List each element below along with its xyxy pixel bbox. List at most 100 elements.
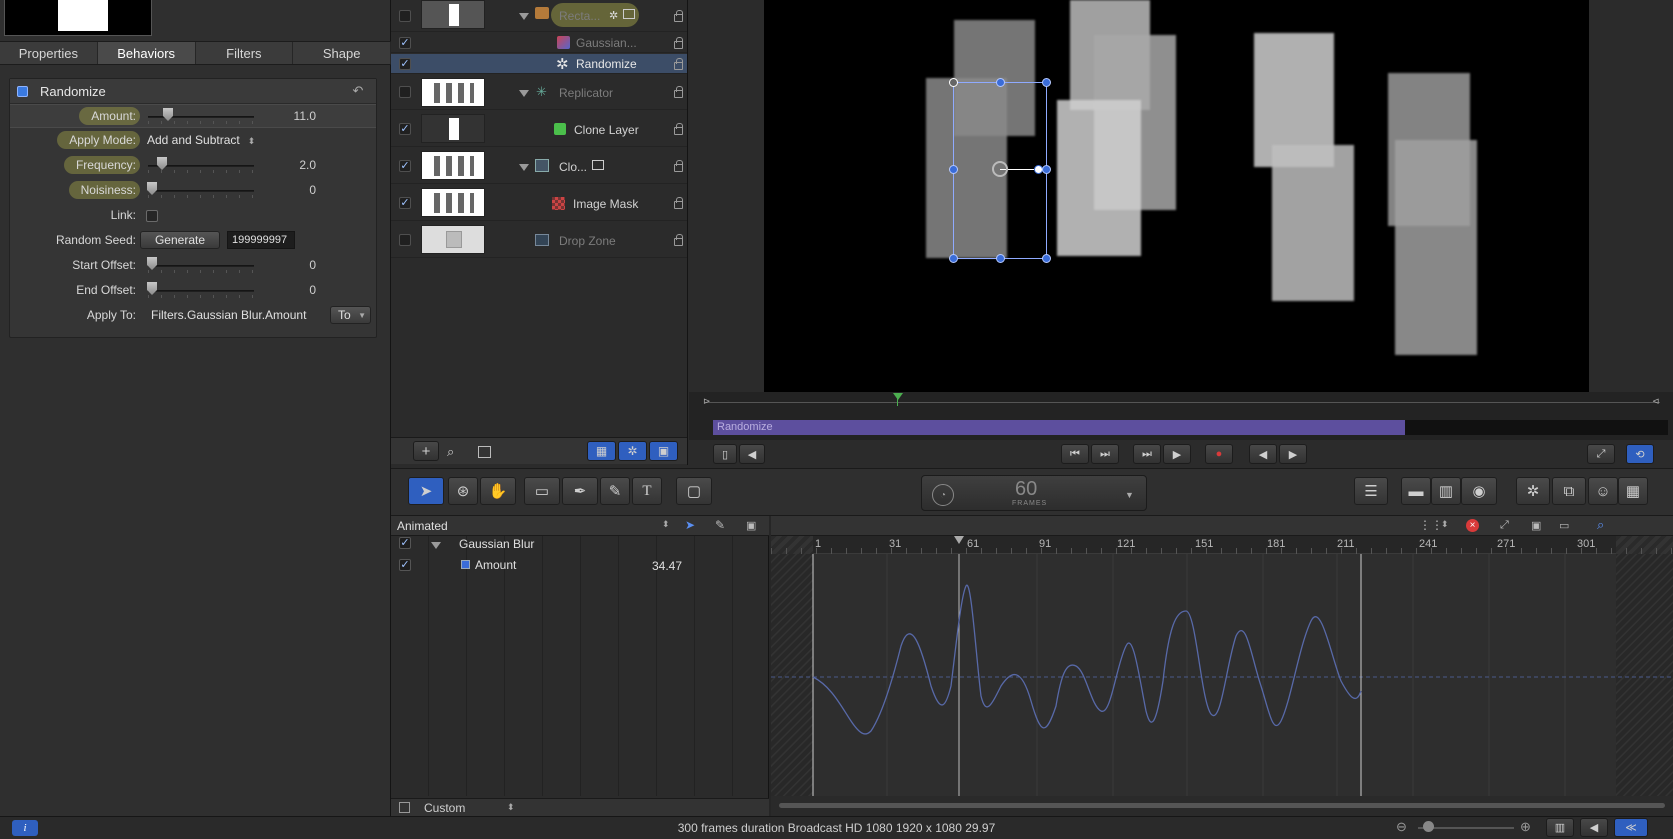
previous-frame-button[interactable]: ⏭ bbox=[1133, 444, 1161, 464]
lock-icon[interactable] bbox=[674, 123, 683, 135]
layer-row-clone[interactable]: ✓ Clo... bbox=[391, 148, 687, 184]
paint-tool[interactable]: ✎ bbox=[600, 477, 630, 505]
layer-visibility-checkbox[interactable] bbox=[399, 10, 411, 22]
rectangle-tool[interactable]: ▭ bbox=[524, 477, 560, 505]
mask-tool[interactable]: ▢ bbox=[676, 477, 712, 505]
layer-visibility-checkbox[interactable]: ✓ bbox=[399, 160, 411, 172]
resize-handle-bottom-left[interactable] bbox=[949, 254, 958, 263]
frequency-value[interactable]: 2.0 bbox=[299, 158, 316, 172]
layer-visibility-checkbox[interactable]: ✓ bbox=[399, 197, 411, 209]
lock-icon[interactable] bbox=[674, 37, 683, 49]
dropdown-arrow-icon[interactable]: ▼ bbox=[1125, 490, 1134, 500]
layer-row-randomize[interactable]: ✓ ✲ Randomize bbox=[391, 54, 687, 74]
tab-behaviors[interactable]: Behaviors bbox=[97, 42, 196, 64]
search-icon[interactable]: ⌕ bbox=[447, 444, 454, 460]
audio-timeline-button[interactable]: ◀ bbox=[1580, 818, 1608, 837]
fit-icon[interactable]: ⤢ bbox=[1500, 519, 1509, 532]
playhead-marker[interactable] bbox=[893, 393, 903, 400]
out-point-icon[interactable]: ⊲ bbox=[1652, 396, 1660, 407]
rect-shape[interactable] bbox=[1057, 100, 1141, 256]
zoom-in-icon[interactable]: ⊕ bbox=[1520, 819, 1531, 835]
disclosure-triangle-icon[interactable] bbox=[519, 164, 529, 171]
layer-visibility-checkbox[interactable]: ✓ bbox=[399, 37, 411, 49]
keyframe-editor-button[interactable]: ≪ bbox=[1614, 818, 1648, 837]
layer-visibility-checkbox[interactable] bbox=[399, 86, 411, 98]
popup-arrows-icon[interactable]: ⬍ bbox=[507, 802, 515, 813]
zoom-fit-icon[interactable]: ▭ bbox=[1559, 519, 1569, 532]
end-offset-slider-thumb[interactable] bbox=[147, 282, 157, 295]
anchor-handle[interactable] bbox=[949, 78, 958, 87]
play-button[interactable]: ▶ bbox=[1163, 444, 1191, 464]
clear-curves-icon[interactable]: × bbox=[1466, 519, 1479, 532]
center-crosshair-icon[interactable] bbox=[992, 161, 1008, 177]
resize-handle-left[interactable] bbox=[949, 165, 958, 174]
amount-slider-thumb[interactable] bbox=[163, 108, 173, 121]
text-tool[interactable]: T bbox=[632, 477, 662, 505]
timing-panel-button[interactable]: ☰ bbox=[1354, 477, 1388, 505]
timing-display[interactable]: ◔ 60 FRAMES ▼ bbox=[921, 475, 1147, 511]
show-layers-button[interactable]: ▦ bbox=[587, 441, 616, 461]
popup-arrows-icon[interactable]: ⬍ bbox=[662, 519, 670, 530]
behavior-bar-randomize[interactable]: Randomize bbox=[713, 420, 1405, 435]
rect-shape[interactable] bbox=[1395, 140, 1477, 355]
zoom-icon[interactable]: ⌕ bbox=[1597, 517, 1604, 533]
audio-button[interactable]: ◀ bbox=[739, 444, 765, 464]
lock-icon[interactable] bbox=[674, 160, 683, 172]
record-button[interactable]: ● bbox=[1205, 444, 1233, 464]
lock-icon[interactable] bbox=[674, 10, 683, 22]
start-offset-slider[interactable] bbox=[148, 265, 254, 267]
layer-row-rectangle[interactable]: Recta... ✲ bbox=[391, 0, 687, 32]
audio-waveform-icon[interactable]: ⋮⋮ bbox=[1419, 518, 1443, 532]
reset-icon[interactable]: ↶ bbox=[351, 83, 365, 99]
resize-handle-top-right[interactable] bbox=[1042, 78, 1051, 87]
graph-scrollbar[interactable] bbox=[779, 803, 1665, 808]
noisiness-slider[interactable] bbox=[148, 190, 254, 192]
frequency-slider-thumb[interactable] bbox=[157, 157, 167, 170]
end-offset-slider[interactable] bbox=[148, 290, 254, 292]
zoom-out-icon[interactable]: ⊖ bbox=[1396, 819, 1407, 835]
amount-curve[interactable] bbox=[812, 584, 1362, 735]
tab-shape[interactable]: Shape bbox=[293, 42, 391, 64]
filmstrip-button[interactable]: ▥ bbox=[1546, 818, 1574, 837]
layer-options-icon[interactable] bbox=[478, 446, 491, 458]
step-forward-button[interactable]: ▶ bbox=[1279, 444, 1307, 464]
go-to-start-button[interactable]: ⏮ bbox=[1061, 444, 1089, 464]
noisiness-slider-thumb[interactable] bbox=[147, 182, 157, 195]
bezier-tool[interactable]: ✒ bbox=[562, 477, 598, 505]
keyframe-ruler[interactable]: 1 31 61 91 121 151 181 211 241 271 301 bbox=[771, 536, 1673, 554]
pen-tool-icon[interactable]: ✎ bbox=[715, 518, 725, 532]
full-screen-button[interactable]: ⤢ bbox=[1587, 444, 1615, 464]
tab-properties[interactable]: Properties bbox=[0, 42, 98, 64]
add-behavior-button[interactable]: ✲ bbox=[1516, 477, 1550, 505]
zoom-slider-thumb[interactable] bbox=[1423, 821, 1434, 832]
disclosure-triangle-icon[interactable] bbox=[519, 90, 529, 97]
rect-shape[interactable] bbox=[1272, 145, 1354, 301]
select-tool[interactable]: ➤ bbox=[408, 477, 444, 505]
ruler-playhead[interactable] bbox=[954, 536, 964, 544]
resize-handle-bottom[interactable] bbox=[996, 254, 1005, 263]
resize-handle-right[interactable] bbox=[1042, 165, 1051, 174]
share-button[interactable]: ☺ bbox=[1588, 477, 1618, 505]
layer-row-gaussian[interactable]: ✓ Gaussian... bbox=[391, 33, 687, 53]
behavior-enable-checkbox[interactable] bbox=[17, 86, 28, 97]
layer-row-drop-zone[interactable]: Drop Zone bbox=[391, 222, 687, 258]
add-camera-button[interactable]: ▬ bbox=[1401, 477, 1431, 505]
hud-button[interactable]: ▦ bbox=[1618, 477, 1648, 505]
go-to-end-button[interactable]: ⏭ bbox=[1091, 444, 1119, 464]
show-behaviors-button[interactable]: ✲ bbox=[618, 441, 647, 461]
step-back-button[interactable]: ◀ bbox=[1249, 444, 1277, 464]
random-seed-field[interactable]: 199999997 bbox=[227, 231, 295, 249]
start-offset-value[interactable]: 0 bbox=[309, 258, 316, 272]
layer-row-clone-layer[interactable]: ✓ Clone Layer bbox=[391, 111, 687, 147]
play-range-button[interactable]: ▯ bbox=[713, 444, 737, 464]
disclosure-triangle-icon[interactable] bbox=[431, 542, 441, 549]
lock-icon[interactable] bbox=[674, 197, 683, 209]
snapshot-icon[interactable]: ▣ bbox=[1531, 519, 1541, 532]
loop-button[interactable]: ⟲ bbox=[1626, 444, 1654, 464]
lock-icon[interactable] bbox=[674, 86, 683, 98]
make-clone-button[interactable]: ⧉ bbox=[1552, 477, 1586, 505]
anchor-tool[interactable]: ⊛ bbox=[448, 477, 478, 505]
link-checkbox[interactable] bbox=[146, 210, 158, 222]
popup-arrows-icon[interactable]: ⬍ bbox=[1441, 519, 1449, 530]
start-offset-slider-thumb[interactable] bbox=[147, 257, 157, 270]
